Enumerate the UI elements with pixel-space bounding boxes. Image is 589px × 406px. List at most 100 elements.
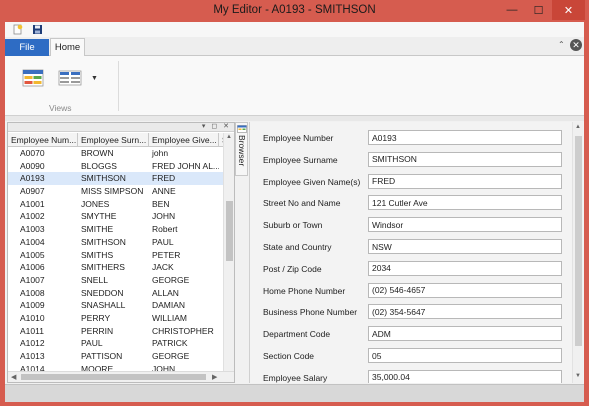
- table-cell: PERRIN: [81, 325, 114, 336]
- table-row[interactable]: A1012 PAUL PATRICK: [8, 337, 234, 350]
- form-vertical-thumb[interactable]: [575, 136, 582, 346]
- table-row[interactable]: A0907 MISS SIMPSON ANNE: [8, 185, 234, 198]
- field-label: Employee Surname: [263, 154, 338, 165]
- field-label: State and Country: [263, 242, 332, 252]
- table-row[interactable]: A1004 SMITHSON PAUL: [8, 236, 234, 249]
- table-row[interactable]: A1006 SMITHERS JACK: [8, 261, 234, 274]
- field-input[interactable]: [368, 195, 562, 211]
- collapse-ribbon-icon[interactable]: ⌃: [558, 40, 565, 49]
- scroll-left-icon[interactable]: ◀: [11, 373, 16, 381]
- title-bar[interactable]: My Editor - A0193 - SMITHSON — ☐ ✕: [0, 0, 589, 22]
- table-cell: ALLAN: [152, 287, 179, 298]
- table-cell: SNELL: [81, 274, 108, 285]
- field-input[interactable]: [368, 260, 562, 276]
- table-cell: SMYTHE: [81, 211, 117, 222]
- table-cell: PAUL: [81, 338, 103, 349]
- employee-grid: Employee Num... Employee Surn... Employe…: [8, 133, 234, 371]
- table-row[interactable]: A1010 PERRY WILLIAM: [8, 312, 234, 325]
- chevron-down-icon[interactable]: ▼: [91, 75, 98, 82]
- field-input[interactable]: [368, 173, 562, 189]
- minimize-button[interactable]: —: [499, 0, 525, 20]
- table-row[interactable]: A1001 JONES BEN: [8, 198, 234, 211]
- field-input[interactable]: [368, 239, 562, 254]
- table-row[interactable]: A1013 PATTISON GEORGE: [8, 350, 234, 363]
- grid-horizontal-thumb[interactable]: [21, 374, 206, 380]
- table-cell: MISS SIMPSON: [81, 186, 144, 197]
- list-view-icon[interactable]: [58, 68, 82, 88]
- table-cell: SNEDDON: [81, 287, 124, 298]
- ribbon-tab-row: File Home ⌃ ✕: [5, 37, 584, 57]
- grid-view-icon[interactable]: [22, 68, 44, 88]
- table-row[interactable]: A0070 BROWN john: [8, 147, 234, 160]
- column-header-employee-number[interactable]: Employee Num...: [8, 133, 78, 147]
- table-row[interactable]: A0090 BLOGGS FRED JOHN AL...: [8, 160, 234, 173]
- column-header-employee-given[interactable]: Employee Give...: [149, 133, 219, 147]
- table-cell: A1005: [20, 249, 45, 260]
- form-vertical-scrollbar[interactable]: ▲ ▼: [572, 122, 583, 383]
- table-cell: PETER: [152, 249, 181, 260]
- grid-vertical-thumb[interactable]: [226, 201, 233, 261]
- ribbon-panel: ▼ Views: [5, 56, 584, 116]
- table-cell: SNASHALL: [81, 300, 126, 311]
- browser-side-tab[interactable]: Browser: [235, 122, 248, 176]
- table-row[interactable]: A1003 SMITHE Robert: [8, 223, 234, 236]
- form-row: Post / Zip Code: [250, 260, 584, 277]
- grid-horizontal-scrollbar[interactable]: ◀ ▶: [8, 371, 234, 382]
- maximize-button[interactable]: ☐: [526, 0, 551, 20]
- column-header-employee-surname[interactable]: Employee Surn...: [78, 133, 149, 147]
- new-document-icon[interactable]: [12, 24, 23, 35]
- field-input[interactable]: [368, 217, 562, 233]
- field-input[interactable]: [368, 130, 562, 145]
- field-input[interactable]: [368, 326, 562, 342]
- table-row[interactable]: A1011 PERRIN CHRISTOPHER: [8, 325, 234, 338]
- scroll-up-icon[interactable]: ▲: [226, 134, 232, 140]
- table-cell: JACK: [152, 262, 174, 273]
- table-row[interactable]: A1005 SMITHS PETER: [8, 249, 234, 262]
- ribbon-band: [5, 116, 584, 121]
- close-circle-icon[interactable]: ✕: [570, 39, 582, 51]
- table-row[interactable]: A1008 SNEDDON ALLAN: [8, 287, 234, 300]
- form-row: Employee Salary: [250, 369, 584, 383]
- table-cell: SMITHS: [81, 249, 114, 260]
- scroll-down-icon[interactable]: ▼: [575, 373, 581, 379]
- table-cell: BEN: [152, 198, 170, 209]
- ribbon-divider: [118, 61, 119, 111]
- form-row: Business Phone Number: [250, 304, 584, 320]
- field-input[interactable]: [368, 348, 562, 363]
- field-label: Street No and Name: [263, 198, 341, 209]
- browser-tab-label: Browser: [237, 135, 247, 167]
- table-cell: JOHN: [152, 211, 176, 222]
- tab-file[interactable]: File: [5, 39, 49, 56]
- field-input[interactable]: [368, 282, 562, 298]
- form-row: Street No and Name: [250, 195, 584, 211]
- scroll-up-icon[interactable]: ▲: [575, 124, 581, 130]
- table-cell: PERRY: [81, 312, 111, 323]
- table-row[interactable]: A1007 SNELL GEORGE: [8, 274, 234, 287]
- field-input[interactable]: [368, 369, 562, 383]
- table-cell: A1011: [20, 325, 44, 336]
- table-row[interactable]: A1009 SNASHALL DAMIAN: [8, 299, 234, 312]
- table-row[interactable]: A0193 SMITHSON FRED: [8, 172, 234, 186]
- table-cell: A1007: [20, 274, 45, 285]
- tab-home[interactable]: Home: [50, 38, 85, 57]
- app-window: My Editor - A0193 - SMITHSON — ☐ ✕ File …: [0, 0, 589, 406]
- pane-window-buttons[interactable]: ▾ ◻ ✕: [202, 122, 231, 130]
- field-label: Employee Number: [263, 133, 334, 143]
- close-window-button[interactable]: ✕: [552, 0, 585, 20]
- table-cell: JOHN: [152, 363, 176, 371]
- field-input[interactable]: [368, 151, 562, 167]
- table-cell: SMITHE: [81, 224, 114, 235]
- table-row[interactable]: A1002 SMYTHE JOHN: [8, 210, 234, 223]
- quick-access-toolbar: [5, 22, 584, 37]
- table-cell: SMITHSON: [81, 236, 126, 247]
- save-icon[interactable]: [32, 24, 43, 35]
- table-cell: DAMIAN: [152, 300, 186, 311]
- table-cell: PATTISON: [81, 351, 123, 361]
- field-label: Section Code: [263, 351, 315, 361]
- table-cell: JONES: [81, 198, 110, 209]
- table-row[interactable]: A1014 MOORE JOHN: [8, 363, 234, 371]
- field-input[interactable]: [368, 304, 562, 320]
- scroll-right-icon[interactable]: ▶: [212, 373, 217, 381]
- table-cell: SMITHSON: [81, 173, 126, 184]
- grid-vertical-scrollbar[interactable]: ▲: [223, 133, 234, 371]
